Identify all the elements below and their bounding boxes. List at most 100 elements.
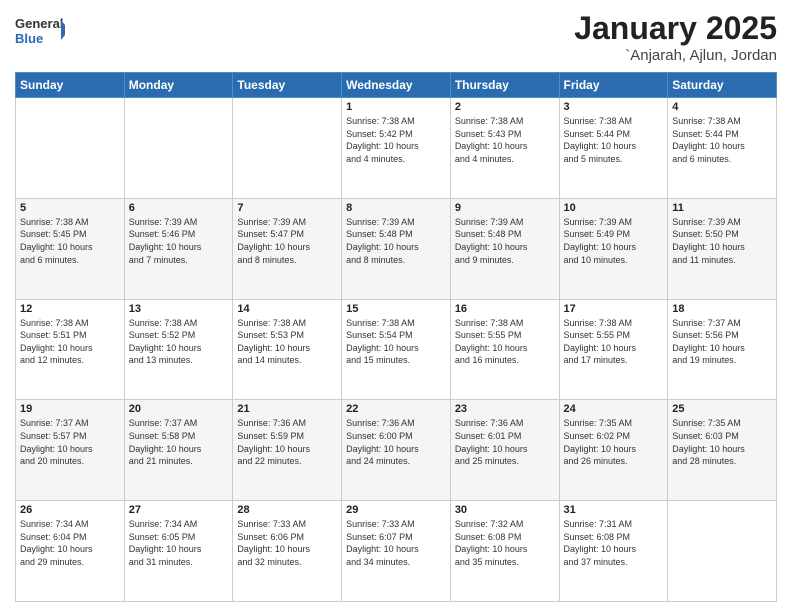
calendar-cell-w5-d6 [668, 501, 777, 602]
day-number: 26 [20, 504, 120, 516]
calendar-cell-w2-d4: 9 Sunrise: 7:39 AM Sunset: 5:48 PM Daylig… [450, 198, 559, 299]
day-number: 8 [346, 202, 446, 214]
col-monday: Monday [124, 73, 233, 98]
month-title: January 2025 [574, 10, 777, 47]
calendar-cell-w3-d0: 12Sunrise: 7:38 AM Sunset: 5:51 PM Dayli… [16, 299, 125, 400]
day-info: Sunrise: 7:38 AM Sunset: 5:55 PM Dayligh… [564, 317, 664, 367]
day-number: 3 [564, 101, 664, 113]
day-info: Sunrise: 7:37 AM Sunset: 5:56 PM Dayligh… [672, 317, 772, 367]
calendar-header-row: Sunday Monday Tuesday Wednesday Thursday… [16, 73, 777, 98]
calendar-cell-w4-d3: 22Sunrise: 7:36 AM Sunset: 6:00 PM Dayli… [342, 400, 451, 501]
day-info: Sunrise: 7:38 AM Sunset: 5:53 PM Dayligh… [237, 317, 337, 367]
calendar-cell-w5-d1: 27Sunrise: 7:34 AM Sunset: 6:05 PM Dayli… [124, 501, 233, 602]
calendar-week-5: 26 Sunrise: 7:34 AM Sunset: 6:04 PM Dayli… [16, 501, 777, 602]
header: General Blue January 2025 `Anjarah, Ajlu… [15, 10, 777, 64]
calendar-table: Sunday Monday Tuesday Wednesday Thursday… [15, 72, 777, 602]
calendar-cell-w1-d5: 3 Sunrise: 7:38 AM Sunset: 5:44 PM Daylig… [559, 98, 668, 199]
calendar-week-1: 1 Sunrise: 7:38 AM Sunset: 5:42 PM Daylig… [16, 98, 777, 199]
calendar-cell-w2-d5: 10 Sunrise: 7:39 AM Sunset: 5:49 PM Dayli… [559, 198, 668, 299]
day-number: 10 [564, 202, 664, 214]
day-number: 30 [455, 504, 555, 516]
calendar-cell-w5-d4: 30 Sunrise: 7:32 AM Sunset: 6:08 PM Dayli… [450, 501, 559, 602]
svg-text:General: General [15, 16, 63, 31]
day-number: 11 [672, 202, 772, 214]
calendar-cell-w1-d1 [124, 98, 233, 199]
calendar-cell-w2-d6: 11 Sunrise: 7:39 AM Sunset: 5:50 PM Dayli… [668, 198, 777, 299]
day-info: Sunrise: 7:38 AM Sunset: 5:43 PM Dayligh… [455, 115, 555, 165]
calendar-cell-w2-d0: 5 Sunrise: 7:38 AM Sunset: 5:45 PM Daylig… [16, 198, 125, 299]
day-info: Sunrise: 7:39 AM Sunset: 5:50 PM Dayligh… [672, 216, 772, 266]
day-number: 16 [455, 303, 555, 315]
col-sunday: Sunday [16, 73, 125, 98]
day-info: Sunrise: 7:36 AM Sunset: 6:01 PM Dayligh… [455, 417, 555, 467]
day-number: 2 [455, 101, 555, 113]
calendar-cell-w2-d3: 8 Sunrise: 7:39 AM Sunset: 5:48 PM Daylig… [342, 198, 451, 299]
title-block: January 2025 `Anjarah, Ajlun, Jordan [574, 10, 777, 64]
calendar-cell-w1-d6: 4 Sunrise: 7:38 AM Sunset: 5:44 PM Daylig… [668, 98, 777, 199]
col-wednesday: Wednesday [342, 73, 451, 98]
day-info: Sunrise: 7:34 AM Sunset: 6:04 PM Dayligh… [20, 518, 120, 568]
day-number: 24 [564, 403, 664, 415]
calendar-cell-w4-d2: 21 Sunrise: 7:36 AM Sunset: 5:59 PM Dayli… [233, 400, 342, 501]
day-info: Sunrise: 7:37 AM Sunset: 5:57 PM Dayligh… [20, 417, 120, 467]
day-number: 23 [455, 403, 555, 415]
day-info: Sunrise: 7:34 AM Sunset: 6:05 PM Dayligh… [129, 518, 229, 568]
col-friday: Friday [559, 73, 668, 98]
calendar-cell-w2-d1: 6Sunrise: 7:39 AM Sunset: 5:46 PM Daylig… [124, 198, 233, 299]
day-info: Sunrise: 7:39 AM Sunset: 5:47 PM Dayligh… [237, 216, 337, 266]
calendar-cell-w4-d1: 20Sunrise: 7:37 AM Sunset: 5:58 PM Dayli… [124, 400, 233, 501]
calendar-cell-w4-d5: 24 Sunrise: 7:35 AM Sunset: 6:02 PM Dayli… [559, 400, 668, 501]
calendar-cell-w3-d4: 16 Sunrise: 7:38 AM Sunset: 5:55 PM Dayli… [450, 299, 559, 400]
day-info: Sunrise: 7:38 AM Sunset: 5:45 PM Dayligh… [20, 216, 120, 266]
day-number: 28 [237, 504, 337, 516]
day-info: Sunrise: 7:39 AM Sunset: 5:48 PM Dayligh… [346, 216, 446, 266]
day-info: Sunrise: 7:38 AM Sunset: 5:55 PM Dayligh… [455, 317, 555, 367]
day-number: 29 [346, 504, 446, 516]
day-number: 9 [455, 202, 555, 214]
calendar-cell-w3-d2: 14Sunrise: 7:38 AM Sunset: 5:53 PM Dayli… [233, 299, 342, 400]
calendar-cell-w5-d2: 28 Sunrise: 7:33 AM Sunset: 6:06 PM Dayli… [233, 501, 342, 602]
col-saturday: Saturday [668, 73, 777, 98]
calendar-cell-w3-d3: 15Sunrise: 7:38 AM Sunset: 5:54 PM Dayli… [342, 299, 451, 400]
location-title: `Anjarah, Ajlun, Jordan [574, 47, 777, 64]
page: General Blue January 2025 `Anjarah, Ajlu… [0, 0, 792, 612]
day-info: Sunrise: 7:33 AM Sunset: 6:07 PM Dayligh… [346, 518, 446, 568]
day-number: 5 [20, 202, 120, 214]
day-number: 1 [346, 101, 446, 113]
col-tuesday: Tuesday [233, 73, 342, 98]
day-info: Sunrise: 7:38 AM Sunset: 5:44 PM Dayligh… [672, 115, 772, 165]
calendar-cell-w1-d0 [16, 98, 125, 199]
day-number: 18 [672, 303, 772, 315]
day-number: 21 [237, 403, 337, 415]
day-info: Sunrise: 7:38 AM Sunset: 5:54 PM Dayligh… [346, 317, 446, 367]
day-info: Sunrise: 7:37 AM Sunset: 5:58 PM Dayligh… [129, 417, 229, 467]
day-number: 19 [20, 403, 120, 415]
day-number: 12 [20, 303, 120, 315]
calendar-cell-w5-d3: 29 Sunrise: 7:33 AM Sunset: 6:07 PM Dayli… [342, 501, 451, 602]
calendar-cell-w4-d0: 19 Sunrise: 7:37 AM Sunset: 5:57 PM Dayli… [16, 400, 125, 501]
day-info: Sunrise: 7:38 AM Sunset: 5:42 PM Dayligh… [346, 115, 446, 165]
calendar-week-4: 19 Sunrise: 7:37 AM Sunset: 5:57 PM Dayli… [16, 400, 777, 501]
day-info: Sunrise: 7:39 AM Sunset: 5:49 PM Dayligh… [564, 216, 664, 266]
calendar-cell-w2-d2: 7Sunrise: 7:39 AM Sunset: 5:47 PM Daylig… [233, 198, 342, 299]
day-info: Sunrise: 7:39 AM Sunset: 5:48 PM Dayligh… [455, 216, 555, 266]
day-number: 25 [672, 403, 772, 415]
day-info: Sunrise: 7:35 AM Sunset: 6:02 PM Dayligh… [564, 417, 664, 467]
calendar-cell-w3-d6: 18 Sunrise: 7:37 AM Sunset: 5:56 PM Dayli… [668, 299, 777, 400]
day-number: 4 [672, 101, 772, 113]
day-number: 31 [564, 504, 664, 516]
day-info: Sunrise: 7:36 AM Sunset: 5:59 PM Dayligh… [237, 417, 337, 467]
day-info: Sunrise: 7:36 AM Sunset: 6:00 PM Dayligh… [346, 417, 446, 467]
calendar-cell-w5-d0: 26 Sunrise: 7:34 AM Sunset: 6:04 PM Dayli… [16, 501, 125, 602]
day-info: Sunrise: 7:31 AM Sunset: 6:08 PM Dayligh… [564, 518, 664, 568]
day-info: Sunrise: 7:33 AM Sunset: 6:06 PM Dayligh… [237, 518, 337, 568]
day-info: Sunrise: 7:32 AM Sunset: 6:08 PM Dayligh… [455, 518, 555, 568]
calendar-cell-w1-d4: 2 Sunrise: 7:38 AM Sunset: 5:43 PM Daylig… [450, 98, 559, 199]
day-number: 6 [129, 202, 229, 214]
day-number: 13 [129, 303, 229, 315]
day-info: Sunrise: 7:38 AM Sunset: 5:52 PM Dayligh… [129, 317, 229, 367]
day-info: Sunrise: 7:35 AM Sunset: 6:03 PM Dayligh… [672, 417, 772, 467]
col-thursday: Thursday [450, 73, 559, 98]
day-info: Sunrise: 7:38 AM Sunset: 5:44 PM Dayligh… [564, 115, 664, 165]
calendar-week-3: 12Sunrise: 7:38 AM Sunset: 5:51 PM Dayli… [16, 299, 777, 400]
